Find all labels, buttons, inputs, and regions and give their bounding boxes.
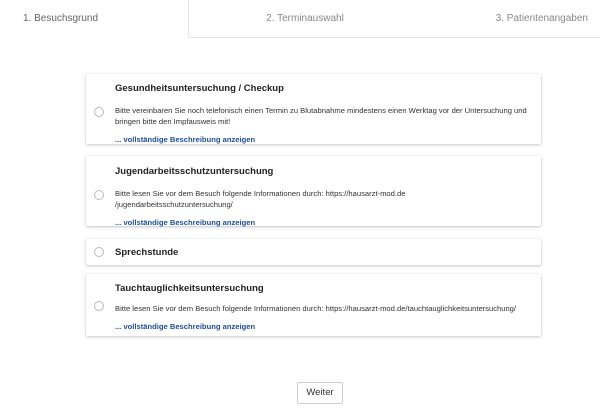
radio-sprechstunde[interactable] — [94, 247, 104, 257]
reason-card-jugendarbeitsschutz[interactable]: Jugendarbeitsschutzuntersuchung Bitte le… — [86, 156, 541, 227]
radio-tauchtauglichkeit[interactable] — [94, 301, 104, 311]
reason-title: Jugendarbeitsschutzuntersuchung — [115, 166, 274, 177]
reason-description-line: Bitte lesen Sie vor dem Besuch folgende … — [115, 189, 406, 198]
reason-content: Sprechstunde — [115, 247, 531, 258]
show-description-link[interactable]: ... vollständige Beschreibung anzeigen — [115, 322, 531, 331]
reason-description-line: /jugendarbeitsschutzuntersuchung/ — [115, 200, 233, 209]
tab-patientenangaben[interactable]: 3. Patientenangaben — [421, 0, 600, 38]
reason-card-sprechstunde[interactable]: Sprechstunde — [86, 239, 541, 265]
step-tabs: 1. Besuchsgrund 2. Terminauswahl 3. Pati… — [0, 0, 600, 38]
reason-description: Bitte lesen Sie vor dem Besuch folgende … — [115, 304, 517, 313]
reason-content: Tauchtauglichkeitsuntersuchung Bitte les… — [115, 283, 531, 331]
reason-description: Bitte lesen Sie vor dem Besuch folgende … — [115, 188, 531, 210]
reason-card-tauchtauglichkeit[interactable]: Tauchtauglichkeitsuntersuchung Bitte les… — [86, 274, 541, 336]
show-description-link[interactable]: ... vollständige Beschreibung anzeigen — [115, 218, 531, 227]
reason-title: Gesundheitsuntersuchung / Checkup — [115, 83, 284, 94]
reason-description: Bitte vereinbaren Sie noch telefonisch e… — [115, 106, 527, 126]
radio-jugendarbeitsschutz[interactable] — [94, 190, 104, 200]
next-button[interactable]: Weiter — [297, 382, 343, 404]
radio-checkup[interactable] — [94, 107, 104, 117]
tab-terminauswahl[interactable]: 2. Terminauswahl — [189, 0, 421, 38]
reason-content: Jugendarbeitsschutzuntersuchung Bitte le… — [115, 166, 531, 227]
reason-title: Tauchtauglichkeitsuntersuchung — [115, 283, 264, 294]
reason-title: Sprechstunde — [115, 247, 179, 258]
tab-besuchsgrund[interactable]: 1. Besuchsgrund — [0, 0, 189, 38]
reason-card-checkup[interactable]: Gesundheitsuntersuchung / Checkup Bitte … — [86, 74, 541, 144]
show-description-link[interactable]: ... vollständige Beschreibung anzeigen — [115, 135, 531, 144]
reason-content: Gesundheitsuntersuchung / Checkup Bitte … — [115, 83, 531, 144]
